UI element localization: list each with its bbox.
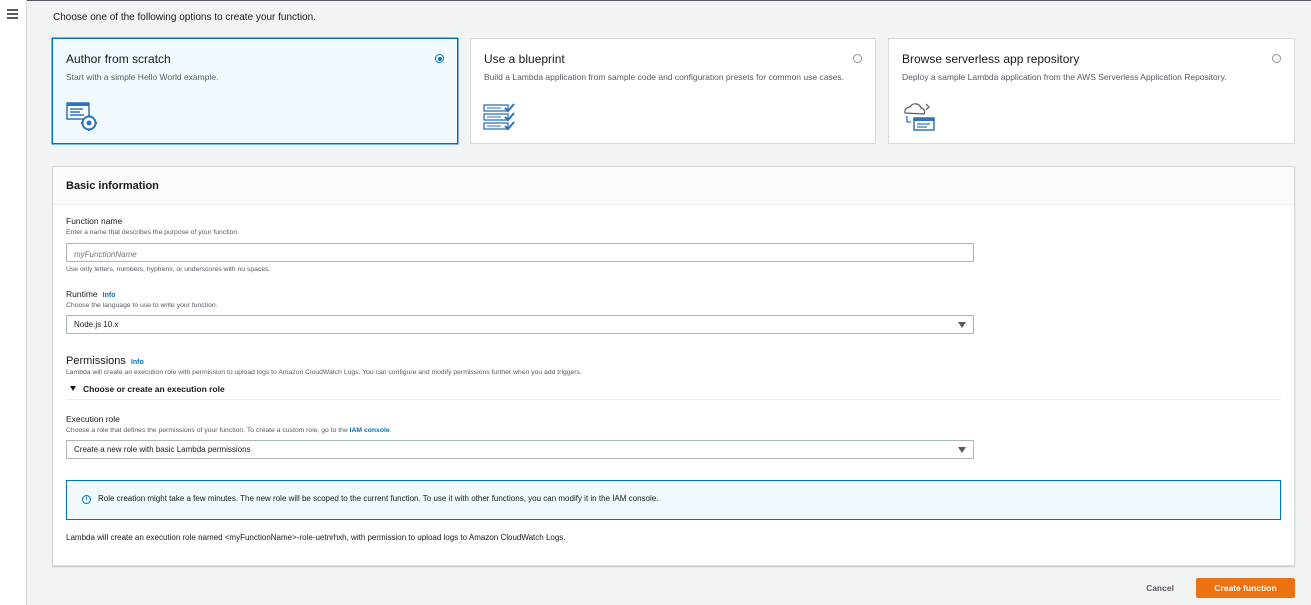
option-description: Deploy a sample Lambda application from … — [902, 72, 1227, 82]
runtime-description: Choose the language to use to write your… — [66, 302, 218, 309]
option-title: Use a blueprint — [484, 52, 565, 66]
permissions-description: Lambda will create an execution role wit… — [66, 369, 582, 376]
panel-heading: Basic information — [53, 167, 1294, 205]
expander-label: Choose or create an execution role — [83, 384, 225, 394]
execution-role-expander[interactable]: Choose or create an execution role — [70, 384, 225, 394]
info-icon: i — [82, 495, 91, 504]
cancel-button[interactable]: Cancel — [1139, 579, 1181, 597]
option-title: Author from scratch — [66, 52, 171, 66]
option-radio[interactable] — [1272, 54, 1281, 63]
function-name-label: Function name — [66, 216, 123, 226]
option-use-a-blueprint[interactable]: Use a blueprint Build a Lambda applicati… — [470, 38, 876, 144]
option-title: Browse serverless app repository — [902, 52, 1080, 66]
execution-role-selected-value: Create a new role with basic Lambda perm… — [74, 445, 251, 454]
code-gear-icon — [66, 102, 97, 131]
execution-role-select[interactable]: Create a new role with basic Lambda perm… — [66, 440, 974, 459]
execution-role-description: Choose a role that defines the permissio… — [66, 427, 348, 434]
side-navigation-bar — [0, 0, 27, 605]
iam-console-link[interactable]: IAM console — [350, 427, 390, 434]
runtime-selected-value: Node.js 10.x — [74, 320, 119, 329]
alert-text: Role creation might take a few minutes. … — [98, 494, 659, 503]
option-description: Build a Lambda application from sample c… — [484, 72, 845, 82]
menu-icon[interactable] — [7, 9, 18, 19]
top-border — [0, 0, 1311, 1]
runtime-info-link[interactable]: Info — [103, 292, 116, 299]
caret-down-icon — [958, 447, 966, 453]
create-function-button[interactable]: Create function — [1196, 578, 1295, 598]
runtime-label-row: Runtime Info — [66, 289, 115, 299]
function-name-description: Enter a name that describes the purpose … — [66, 229, 240, 236]
function-name-field-wrapper — [66, 243, 974, 263]
execution-role-note: Lambda will create an execution role nam… — [66, 533, 566, 542]
execution-role-description-row: Choose a role that defines the permissio… — [66, 427, 392, 434]
blueprint-checklist-icon — [483, 103, 515, 131]
cloud-repository-icon — [904, 103, 935, 131]
permissions-info-link[interactable]: Info — [131, 359, 144, 366]
runtime-label: Runtime — [66, 289, 98, 299]
info-alert: i Role creation might take a few minutes… — [66, 480, 1281, 520]
execution-role-label: Execution role — [66, 414, 120, 424]
runtime-select[interactable]: Node.js 10.x — [66, 315, 974, 334]
section-divider — [66, 399, 1281, 400]
function-name-constraint: Use only letters, numbers, hyphens, or u… — [66, 266, 271, 273]
option-browse-serverless-app-repository[interactable]: Browse serverless app repository Deploy … — [888, 38, 1295, 144]
option-radio[interactable] — [853, 54, 862, 63]
function-name-input[interactable] — [67, 246, 973, 263]
caret-down-icon — [70, 386, 76, 391]
option-radio[interactable] — [435, 54, 444, 63]
option-description: Start with a simple Hello World example. — [66, 72, 219, 82]
option-author-from-scratch[interactable]: Author from scratch Start with a simple … — [52, 38, 458, 144]
basic-information-panel: Basic information Function name Enter a … — [52, 166, 1295, 566]
page-intro: Choose one of the following options to c… — [53, 12, 316, 23]
caret-down-icon — [958, 322, 966, 328]
permissions-title-row: Permissions Info — [66, 351, 144, 369]
permissions-title: Permissions — [66, 355, 126, 367]
